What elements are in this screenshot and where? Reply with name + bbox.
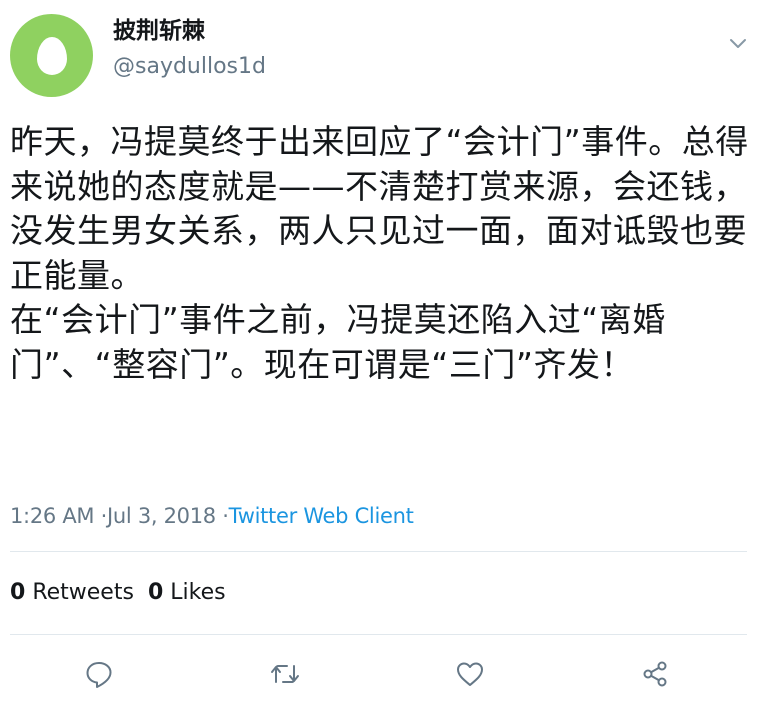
share-icon[interactable] (639, 658, 671, 690)
reply-icon[interactable] (83, 658, 115, 690)
divider (10, 634, 747, 635)
tweet-card: 披荆斩棘 @saydullos1d 昨天，冯提莫终于出来回应了“会计门”事件。总… (0, 0, 764, 703)
tweet-time[interactable]: 1:26 AM (10, 504, 95, 528)
tweet-stats: 0 Retweets 0 Likes (10, 578, 226, 608)
divider (10, 551, 747, 552)
retweet-icon[interactable] (269, 658, 301, 690)
tweet-meta: 1:26 AM ·Jul 3, 2018 ·Twitter Web Client (10, 502, 414, 530)
likes-count: 0 (147, 580, 164, 605)
display-name[interactable]: 披荆斩棘 (113, 16, 205, 46)
tweet-date[interactable]: Jul 3, 2018 (107, 504, 216, 528)
chevron-down-icon[interactable] (726, 32, 750, 56)
egg-avatar-icon (36, 36, 67, 75)
tweet-actions (0, 654, 764, 694)
user-handle[interactable]: @saydullos1d (113, 52, 266, 82)
retweets-count: 0 (10, 580, 26, 605)
avatar[interactable] (10, 14, 93, 97)
retweets-label: Retweets (32, 580, 134, 605)
likes-stat[interactable]: 0 Likes (148, 580, 226, 605)
heart-icon[interactable] (454, 658, 486, 690)
tweet-text: 昨天，冯提莫终于出来回应了“会计门”事件。总得来说她的态度就是——不清楚打赏来源… (10, 122, 749, 384)
tweet-source-link[interactable]: Twitter Web Client (229, 504, 414, 528)
likes-label: Likes (170, 580, 226, 605)
retweets-stat[interactable]: 0 Retweets (10, 580, 134, 605)
